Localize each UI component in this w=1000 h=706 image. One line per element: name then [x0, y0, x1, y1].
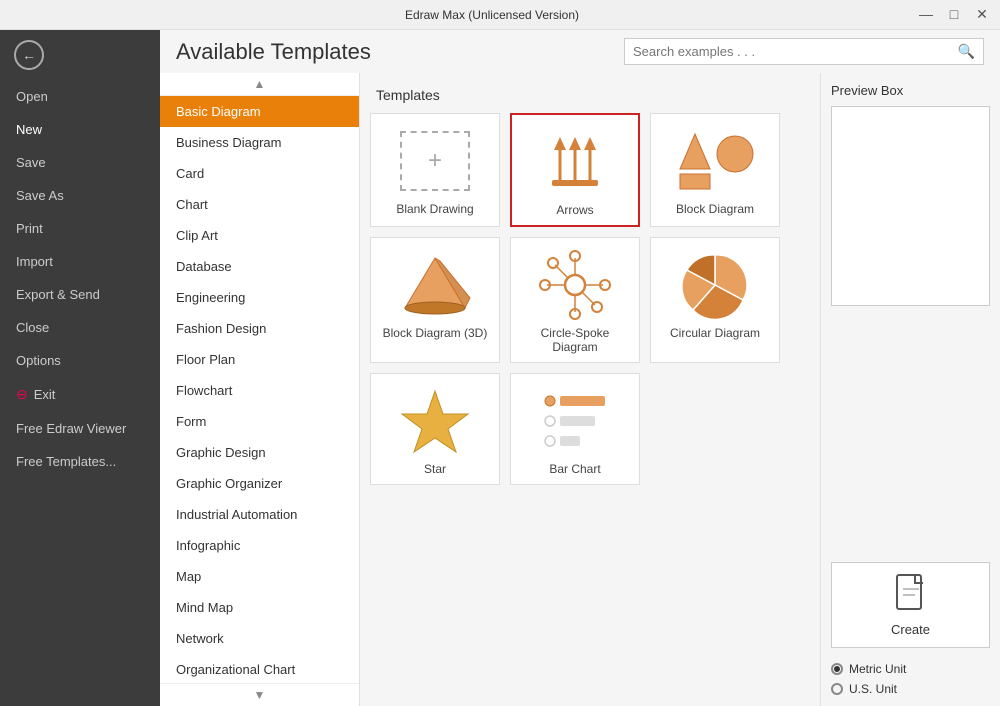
template-circular-diagram[interactable]: Circular Diagram [650, 237, 780, 363]
exit-icon: ⊖ [16, 386, 28, 403]
category-item-graphic-design[interactable]: Graphic Design [160, 437, 359, 468]
category-item-business-diagram[interactable]: Business Diagram [160, 127, 359, 158]
search-box[interactable]: 🔍 [624, 38, 984, 65]
bar-icon [535, 386, 615, 456]
sidebar-item-options[interactable]: Options [0, 344, 160, 377]
sidebar-item-print[interactable]: Print [0, 212, 160, 245]
below-top-area: ▲ Basic Diagram Business Diagram Card Ch… [160, 73, 1000, 706]
template-arrows[interactable]: Arrows [510, 113, 640, 227]
bar-label: Bar Chart [549, 462, 600, 476]
exit-label: Exit [34, 387, 56, 402]
sidebar-item-export[interactable]: Export & Send [0, 278, 160, 311]
sidebar-item-free-viewer[interactable]: Free Edraw Viewer [0, 412, 160, 445]
template-block-diagram[interactable]: Block Diagram [650, 113, 780, 227]
category-item-basic-diagram[interactable]: Basic Diagram [160, 96, 359, 127]
back-circle-icon: ← [14, 40, 44, 70]
category-item-mind-map[interactable]: Mind Map [160, 592, 359, 623]
star-label: Star [424, 462, 446, 476]
category-item-infographic[interactable]: Infographic [160, 530, 359, 561]
blank-drawing-label: Blank Drawing [396, 202, 473, 216]
star-icon [395, 386, 475, 456]
scroll-up-arrow[interactable]: ▲ [160, 73, 359, 96]
create-doc-icon [895, 573, 927, 618]
templates-grid: + Blank Drawing [370, 113, 810, 495]
top-bar: Available Templates 🔍 [160, 30, 1000, 73]
metric-unit-label: Metric Unit [849, 662, 906, 676]
circular-diagram-icon [675, 250, 755, 320]
category-item-card[interactable]: Card [160, 158, 359, 189]
blank-drawing-icon: + [395, 126, 475, 196]
category-item-chart[interactable]: Chart [160, 189, 359, 220]
page-title: Available Templates [176, 39, 371, 65]
circle-spoke-icon [535, 250, 615, 320]
templates-panel: Templates + Blank Drawing [360, 73, 820, 706]
preview-title: Preview Box [831, 83, 990, 98]
main-container: ← Open New Save Save As Print Import Exp… [0, 30, 1000, 706]
template-block-diagram-3d[interactable]: Block Diagram (3D) [370, 237, 500, 363]
us-unit-label: U.S. Unit [849, 682, 897, 696]
template-blank-drawing[interactable]: + Blank Drawing [370, 113, 500, 227]
template-circle-spoke[interactable]: Circle-Spoke Diagram [510, 237, 640, 363]
create-button[interactable]: Create [831, 562, 990, 648]
arrows-label: Arrows [556, 203, 593, 217]
create-label: Create [891, 622, 930, 637]
window-controls[interactable]: — □ ✕ [916, 6, 992, 23]
arrow-indicator [359, 98, 360, 126]
us-unit-option[interactable]: U.S. Unit [831, 682, 990, 696]
sidebar-item-new[interactable]: New [0, 113, 160, 146]
close-button[interactable]: ✕ [972, 6, 992, 23]
preview-box [831, 106, 990, 306]
category-panel: ▲ Basic Diagram Business Diagram Card Ch… [160, 73, 360, 706]
template-bar[interactable]: Bar Chart [510, 373, 640, 485]
search-icon: 🔍 [958, 43, 975, 60]
category-item-org-chart[interactable]: Organizational Chart [160, 654, 359, 685]
sidebar-item-close[interactable]: Close [0, 311, 160, 344]
title-bar: Edraw Max (Unlicensed Version) — □ ✕ [0, 0, 1000, 30]
sidebar: ← Open New Save Save As Print Import Exp… [0, 30, 160, 706]
category-item-map[interactable]: Map [160, 561, 359, 592]
back-button[interactable]: ← [0, 30, 160, 80]
arrows-icon [535, 127, 615, 197]
category-item-engineering[interactable]: Engineering [160, 282, 359, 313]
sidebar-item-save-as[interactable]: Save As [0, 179, 160, 212]
circular-diagram-label: Circular Diagram [670, 326, 760, 340]
category-item-database[interactable]: Database [160, 251, 359, 282]
category-item-form[interactable]: Form [160, 406, 359, 437]
unit-options: Metric Unit U.S. Unit [831, 662, 990, 696]
maximize-button[interactable]: □ [944, 6, 964, 23]
block-diagram-3d-label: Block Diagram (3D) [383, 326, 488, 340]
category-item-clip-art[interactable]: Clip Art [160, 220, 359, 251]
category-item-network[interactable]: Network [160, 623, 359, 654]
sidebar-item-exit[interactable]: ⊖ Exit [0, 377, 160, 412]
block-diagram-icon [675, 126, 755, 196]
category-item-industrial-automation[interactable]: Industrial Automation [160, 499, 359, 530]
category-item-floor-plan[interactable]: Floor Plan [160, 344, 359, 375]
sidebar-item-import[interactable]: Import [0, 245, 160, 278]
circle-spoke-label: Circle-Spoke Diagram [519, 326, 631, 354]
category-item-fashion-design[interactable]: Fashion Design [160, 313, 359, 344]
content-area: Available Templates 🔍 ▲ Basic Diagram Bu… [160, 30, 1000, 706]
templates-header: Templates [370, 83, 810, 113]
metric-unit-option[interactable]: Metric Unit [831, 662, 990, 676]
category-item-flowchart[interactable]: Flowchart [160, 375, 359, 406]
sidebar-item-free-templates[interactable]: Free Templates... [0, 445, 160, 478]
us-radio[interactable] [831, 683, 843, 695]
template-star[interactable]: Star [370, 373, 500, 485]
scroll-down-arrow[interactable]: ▼ [160, 683, 359, 706]
app-title: Edraw Max (Unlicensed Version) [68, 8, 916, 22]
preview-panel: Preview Box Create [820, 73, 1000, 706]
search-input[interactable] [633, 44, 958, 59]
block-diagram-label: Block Diagram [676, 202, 754, 216]
metric-radio[interactable] [831, 663, 843, 675]
sidebar-item-save[interactable]: Save [0, 146, 160, 179]
category-item-graphic-organizer[interactable]: Graphic Organizer [160, 468, 359, 499]
minimize-button[interactable]: — [916, 6, 936, 23]
block-diagram-3d-icon [395, 250, 475, 320]
sidebar-item-open[interactable]: Open [0, 80, 160, 113]
